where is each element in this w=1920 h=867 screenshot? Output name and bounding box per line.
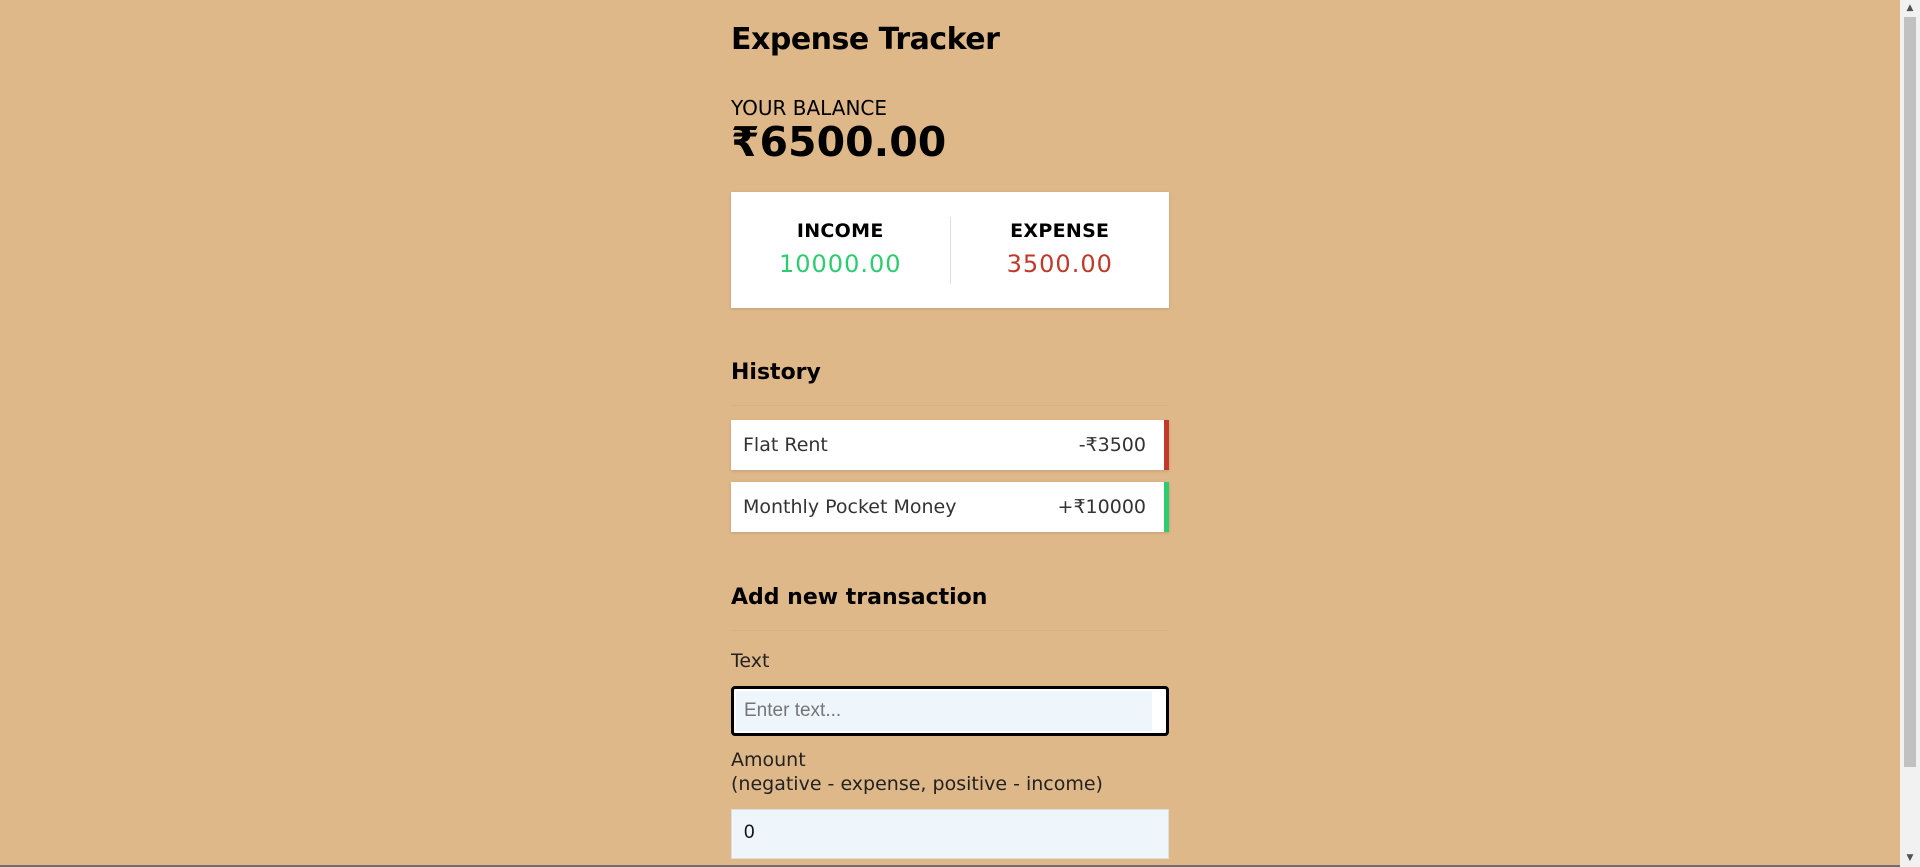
expense-value: 3500.00 bbox=[1006, 249, 1113, 278]
history-item-amount: -₹3500 bbox=[1078, 434, 1146, 456]
income-value: 10000.00 bbox=[778, 249, 902, 278]
history-item-text: Monthly Pocket Money bbox=[743, 496, 957, 518]
history-heading: History bbox=[731, 360, 1169, 406]
triangle-up-icon[interactable]: ▲ bbox=[1900, 0, 1920, 17]
history-list: Flat Rent -₹3500 Monthly Pocket Money +₹… bbox=[731, 420, 1169, 544]
history-item-flat-rent[interactable]: Flat Rent -₹3500 bbox=[731, 420, 1169, 470]
income-expense-summary: INCOME 10000.00 EXPENSE 3500.00 bbox=[731, 192, 1169, 308]
income-label: INCOME bbox=[796, 219, 884, 242]
app-title: Expense Tracker bbox=[731, 22, 1000, 57]
balance-value: ₹6500.00 bbox=[731, 118, 947, 166]
add-transaction-heading: Add new transaction bbox=[731, 585, 1169, 631]
text-input-wrapper bbox=[731, 686, 1169, 736]
expense-column: EXPENSE 3500.00 bbox=[951, 217, 1170, 284]
triangle-down-icon[interactable]: ▼ bbox=[1900, 850, 1920, 867]
amount-input[interactable]: 0 bbox=[731, 809, 1169, 859]
scrollbar-thumb[interactable] bbox=[1904, 17, 1916, 767]
text-input[interactable] bbox=[734, 689, 1166, 733]
history-item-text: Flat Rent bbox=[743, 434, 828, 456]
text-label: Text bbox=[731, 650, 770, 672]
balance-label: YOUR BALANCE bbox=[731, 96, 888, 120]
vertical-scrollbar[interactable]: ▲ ▼ bbox=[1900, 0, 1920, 867]
income-column: INCOME 10000.00 bbox=[731, 216, 951, 284]
amount-input-value: 0 bbox=[744, 822, 755, 843]
history-item-monthly-pocket-money[interactable]: Monthly Pocket Money +₹10000 bbox=[731, 482, 1169, 532]
page: Expense Tracker YOUR BALANCE ₹6500.00 IN… bbox=[0, 0, 1920, 867]
expense-label: EXPENSE bbox=[1010, 219, 1110, 242]
amount-label: Amount (negative - expense, positive - i… bbox=[731, 748, 1103, 796]
amount-hint: (negative - expense, positive - income) bbox=[731, 773, 1103, 795]
amount-label-text: Amount bbox=[731, 749, 806, 771]
history-item-amount: +₹10000 bbox=[1057, 496, 1146, 518]
